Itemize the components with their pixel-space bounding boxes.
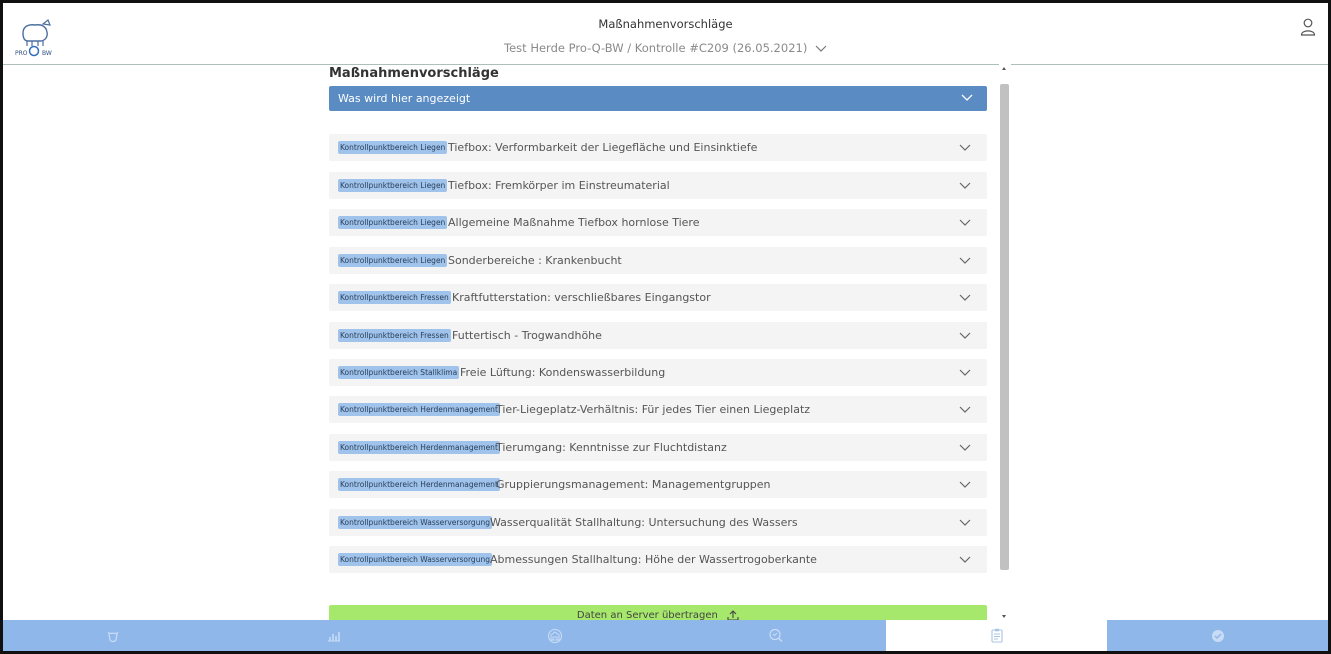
chevron-down-icon: [961, 94, 973, 101]
nav-tab-animals[interactable]: [3, 620, 223, 651]
category-tag: Kontrollpunktbereich Wasserversorgung: [338, 553, 492, 566]
chevron-down-icon: [959, 406, 971, 413]
scrollbar-thumb[interactable]: [1000, 84, 1009, 570]
measure-title: Allgemeine Maßnahme Tiefbox hornlose Tie…: [448, 216, 700, 229]
measure-item[interactable]: Kontrollpunktbereich Fressen Kraftfutter…: [329, 284, 987, 311]
check-circle-icon: [1211, 629, 1224, 642]
content-scrollbar[interactable]: [999, 64, 1011, 620]
category-tag: Kontrollpunktbereich Liegen: [338, 254, 448, 267]
chevron-down-icon: [959, 294, 971, 301]
category-tag: Kontrollpunktbereich Herdenmanagement: [338, 441, 500, 454]
measure-item[interactable]: Kontrollpunktbereich Liegen Sonderbereic…: [329, 247, 987, 274]
cow-icon: [107, 631, 119, 642]
nav-tab-completion[interactable]: [1107, 620, 1328, 651]
herd-selector[interactable]: Test Herde Pro-Q-BW / Kontrolle #C209 (2…: [3, 41, 1328, 55]
send-to-server-label: Daten an Server übertragen: [576, 610, 718, 620]
measure-item[interactable]: Kontrollpunktbereich Wasserversorgung Ab…: [329, 546, 987, 573]
page-title: Maßnahmenvorschläge: [329, 66, 499, 81]
category-tag: Kontrollpunktbereich Fressen: [338, 329, 451, 342]
category-tag: Kontrollpunktbereich Fressen: [338, 291, 451, 304]
category-tag: Kontrollpunktbereich Liegen: [338, 179, 448, 192]
category-tag: Kontrollpunktbereich Herdenmanagement: [338, 478, 500, 491]
measure-title: Tiefbox: Fremkörper im Einstreumaterial: [448, 179, 670, 192]
measure-item[interactable]: Kontrollpunktbereich Liegen Allgemeine M…: [329, 209, 987, 236]
clipboard-icon: [990, 628, 1003, 643]
measure-title: Futtertisch - Trogwandhöhe: [452, 329, 602, 342]
measure-title: Kraftfutterstation: verschließbares Eing…: [452, 291, 711, 304]
category-tag: Kontrollpunktbereich Liegen: [338, 141, 448, 154]
measure-item[interactable]: Kontrollpunktbereich Liegen Tiefbox: Ver…: [329, 134, 987, 161]
nav-tab-measures[interactable]: [886, 620, 1107, 651]
info-accordion[interactable]: Was wird hier angezeigt: [329, 86, 987, 111]
scroll-up-arrow-icon[interactable]: [1002, 67, 1006, 70]
app-header: PRO BW Maßnahmenvorschläge Test Herde Pr…: [3, 3, 1328, 65]
chevron-down-icon: [959, 144, 971, 151]
measure-item[interactable]: Kontrollpunktbereich Fressen Futtertisch…: [329, 322, 987, 349]
measure-item[interactable]: Kontrollpunktbereich Herdenmanagement Gr…: [329, 471, 987, 498]
measure-item[interactable]: Kontrollpunktbereich Herdenmanagement Ti…: [329, 396, 987, 423]
scroll-down-arrow-icon[interactable]: [1002, 615, 1006, 618]
chevron-down-icon: [959, 332, 971, 339]
measure-title: Tierumgang: Kenntnisse zur Fluchtdistanz: [496, 441, 727, 454]
chevron-down-icon: [959, 481, 971, 488]
category-tag: Kontrollpunktbereich Herdenmanagement: [338, 403, 500, 416]
chevron-down-icon: [959, 519, 971, 526]
measure-item[interactable]: Kontrollpunktbereich Stallklima Freie Lü…: [329, 359, 987, 386]
nav-tab-statistics[interactable]: [223, 620, 444, 651]
chevron-down-icon: [959, 219, 971, 226]
chevron-down-icon: [959, 369, 971, 376]
bar-chart-icon: [327, 631, 340, 641]
nav-tab-inspection[interactable]: [665, 620, 886, 651]
measure-title: Sonderbereiche : Krankenbucht: [448, 254, 622, 267]
nav-tab-barn[interactable]: [444, 620, 665, 651]
header-title: Maßnahmenvorschläge: [598, 17, 733, 31]
measure-title: Tiefbox: Verformbarkeit der Liegefläche …: [448, 141, 758, 154]
measure-item[interactable]: Kontrollpunktbereich Wasserversorgung Wa…: [329, 509, 987, 536]
category-tag: Kontrollpunktbereich Liegen: [338, 216, 448, 229]
barn-icon: [547, 628, 562, 643]
measure-title: Wasserqualität Stallhaltung: Untersuchun…: [490, 516, 798, 529]
measure-title: Freie Lüftung: Kondenswasserbildung: [460, 366, 666, 379]
chevron-down-icon: [815, 45, 827, 52]
measures-panel: Maßnahmenvorschläge Was wird hier angeze…: [329, 64, 989, 620]
measure-title: Abmessungen Stallhaltung: Höhe der Wasse…: [490, 553, 817, 566]
measure-item[interactable]: Kontrollpunktbereich Herdenmanagement Ti…: [329, 434, 987, 461]
send-to-server-button[interactable]: Daten an Server übertragen: [329, 605, 987, 620]
chevron-down-icon: [959, 444, 971, 451]
measure-item[interactable]: Kontrollpunktbereich Liegen Tiefbox: Fre…: [329, 172, 987, 199]
bottom-navigation: [3, 620, 1328, 651]
chevron-down-icon: [959, 182, 971, 189]
upload-icon: [727, 609, 739, 620]
category-tag: Kontrollpunktbereich Wasserversorgung: [338, 516, 492, 529]
measure-title: Gruppierungsmanagement: Managementgruppe…: [496, 478, 771, 491]
user-icon[interactable]: [1300, 18, 1316, 36]
info-accordion-label: Was wird hier angezeigt: [338, 92, 471, 105]
magnifier-icon: [768, 628, 782, 642]
chevron-down-icon: [959, 556, 971, 563]
category-tag: Kontrollpunktbereich Stallklima: [338, 366, 460, 379]
chevron-down-icon: [959, 257, 971, 264]
herd-selector-label: Test Herde Pro-Q-BW / Kontrolle #C209 (2…: [504, 41, 808, 55]
measure-title: Tier-Liegeplatz-Verhältnis: Für jedes Ti…: [496, 403, 811, 416]
